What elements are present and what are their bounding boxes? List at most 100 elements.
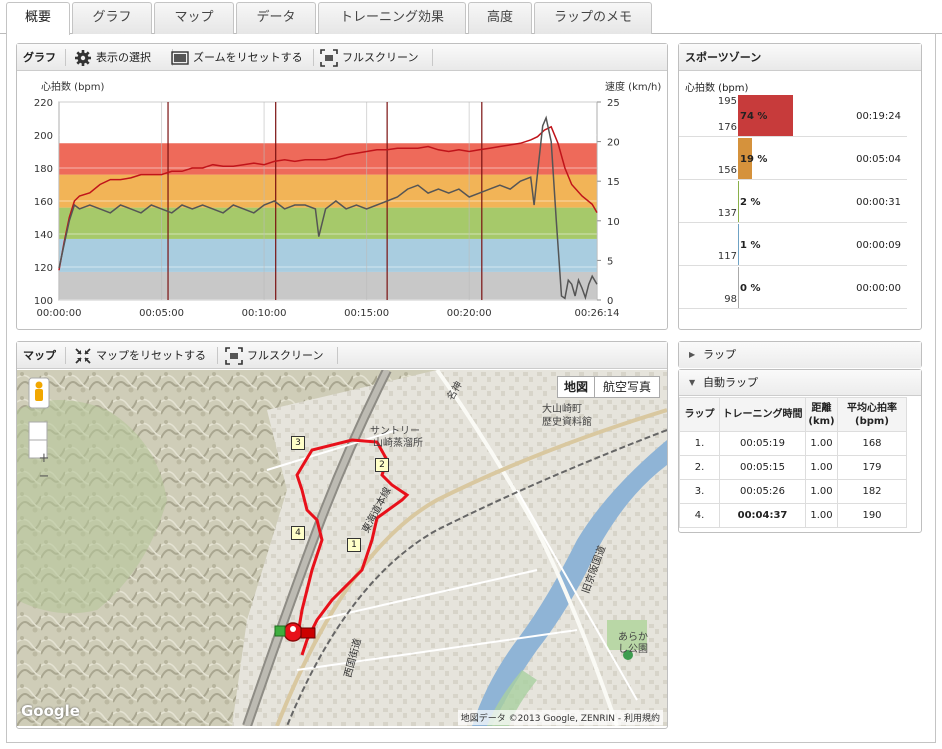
y-tick-label-left: 180 [34, 164, 53, 175]
lap-marker[interactable]: 2 [375, 458, 389, 472]
tab-training-effect[interactable]: トレーニング効果 [318, 2, 466, 34]
x-tick-label: 00:15:00 [344, 308, 389, 319]
column-header-avg-hr: 平均心拍率 (bpm) [837, 397, 907, 432]
y-tick-label-left: 200 [34, 131, 53, 142]
x-tick-label: 00:00:00 [37, 308, 82, 319]
map-type-satellite-button[interactable]: 航空写真 [594, 376, 660, 398]
heart-rate-speed-chart[interactable]: 100 120 140 160 180 200 220 0 5 10 15 20 25 00:00:00 0… [17, 72, 667, 330]
map-toolbar: マップ マップをリセットする フルスクリーン [17, 342, 667, 369]
map-panel-title: マップ [23, 349, 56, 362]
lap-time: 00:04:37 [719, 503, 806, 528]
fullscreen-icon [225, 347, 243, 365]
y-tick-label-right: 20 [607, 138, 620, 149]
select-display-label: 表示の選択 [96, 51, 151, 64]
zone-bar [738, 224, 739, 265]
reset-zoom-button[interactable]: ズームをリセットする [169, 44, 305, 71]
lap-distance: 1.00 [805, 503, 838, 528]
graph-toolbar: グラフ 表示の選択 ズームをリセットする フルスクリーン [17, 44, 667, 71]
tab-data[interactable]: データ [236, 2, 316, 34]
select-display-button[interactable]: 表示の選択 [74, 44, 166, 71]
zone-row: 117 1 % 00:00:09 [679, 223, 907, 266]
zoom-in-button[interactable]: + [35, 450, 53, 468]
lap-distance: 1.00 [805, 431, 838, 456]
y-tick-label-right: 10 [607, 217, 620, 228]
sport-zones-header: スポーツゾーン [679, 44, 921, 71]
reset-map-button[interactable]: マップをリセットする [74, 342, 214, 369]
lap-marker[interactable]: 3 [291, 436, 305, 450]
map-fullscreen-button[interactable]: フルスクリーン [225, 342, 337, 369]
zone-time: 00:19:24 [856, 111, 901, 122]
map-attribution[interactable]: 地図データ ©2013 Google, ZENRIN - 利用規約 [457, 710, 663, 725]
zone-upper-bound: 195 [717, 96, 737, 107]
zone-row: 156 19 % 00:05:04 [679, 137, 907, 180]
tab-map[interactable]: マップ [154, 2, 234, 34]
sport-zones-title: スポーツゾーン [685, 51, 762, 64]
toolbar-separator [432, 49, 433, 66]
y-tick-label-left: 140 [34, 230, 53, 241]
tab-elevation[interactable]: 高度 [468, 2, 532, 34]
fullscreen-icon [320, 49, 338, 67]
lap-marker[interactable]: 4 [291, 526, 305, 540]
table-row[interactable]: 2. 00:05:15 1.00 179 [679, 455, 907, 480]
laps-accordion-header[interactable]: ▶ ラップ [679, 342, 921, 368]
toolbar-separator [337, 347, 338, 364]
y-tick-label-left: 160 [34, 197, 53, 208]
zoom-out-button[interactable]: − [35, 468, 53, 486]
map-label: し公園 [618, 644, 648, 655]
tab-overview[interactable]: 概要 [6, 2, 70, 35]
map-panel: マップ マップをリセットする フルスクリーン + − 地図 航空写真 サントリー… [16, 341, 668, 729]
y-axis-title-left: 心拍数 (bpm) [41, 80, 105, 93]
y-axis-title-right: 速度 (km/h) [605, 80, 661, 93]
lap-marker[interactable]: 1 [347, 538, 361, 552]
y-tick-label-left: 120 [34, 263, 53, 274]
x-tick-label: 00:26:14 [575, 308, 620, 319]
zone-time: 00:05:04 [856, 154, 901, 165]
google-logo: Google [21, 702, 80, 720]
zone-bar [738, 267, 739, 308]
zones-unit-label: 心拍数 (bpm) [685, 83, 749, 94]
y-tick-label-right: 0 [607, 296, 613, 307]
tab-bar: 概要 グラフ マップ データ トレーニング効果 高度 ラップのメモ [0, 0, 942, 35]
zone-lower-bound: 156 [717, 165, 737, 176]
map-label: 歴史資料館 [542, 417, 592, 428]
toolbar-separator [65, 347, 66, 364]
lap-number: 2. [679, 455, 720, 480]
lap-time: 00:05:15 [719, 455, 806, 480]
zone-lower-bound: 137 [717, 208, 737, 219]
column-header-distance: 距離 (km) [805, 397, 838, 432]
zone-time: 00:00:00 [856, 283, 901, 294]
zone-time: 00:00:31 [856, 197, 901, 208]
zone-row: 195 176 74 % 00:19:24 [679, 94, 907, 137]
lap-time: 00:05:19 [719, 431, 806, 456]
map-type-map-button[interactable]: 地図 [557, 376, 595, 398]
table-row[interactable]: 4. 00:04:37 1.00 190 [679, 503, 907, 528]
lap-avg-hr: 182 [837, 479, 907, 504]
zone-lower-bound: 98 [724, 294, 737, 305]
zone-percent: 1 % [740, 240, 761, 251]
tab-lap-notes[interactable]: ラップのメモ [534, 2, 652, 34]
zone-percent: 19 % [740, 154, 768, 165]
lap-number: 1. [679, 431, 720, 456]
map-view[interactable]: + − 地図 航空写真 サントリー 山崎蒸溜所 大山崎町 歴史資料館 東海道本線… [17, 370, 667, 726]
tab-graph[interactable]: グラフ [72, 2, 152, 34]
auto-laps-accordion-header[interactable]: ▼ 自動ラップ [679, 370, 921, 396]
column-header-lap: ラップ [679, 397, 720, 432]
laps-panel: ▶ ラップ [678, 341, 922, 368]
fullscreen-button[interactable]: フルスクリーン [320, 44, 432, 71]
x-tick-label: 00:05:00 [139, 308, 184, 319]
x-tick-label: 00:10:00 [242, 308, 287, 319]
gear-icon [75, 50, 91, 66]
table-row[interactable]: 3. 00:05:26 1.00 182 [679, 479, 907, 504]
reset-map-label: マップをリセットする [96, 349, 206, 362]
table-row[interactable]: 1. 00:05:19 1.00 168 [679, 431, 907, 456]
lap-avg-hr: 168 [837, 431, 907, 456]
y-tick-label-right: 15 [607, 177, 620, 188]
zone-percent: 0 % [740, 283, 761, 294]
x-tick-label: 00:20:00 [447, 308, 492, 319]
reset-map-icon [75, 348, 91, 364]
lap-number: 3. [679, 479, 720, 504]
sport-zones-panel: スポーツゾーン 心拍数 (bpm) 195 176 74 % 00:19:24 156 1… [678, 43, 922, 330]
zone-band [59, 271, 597, 300]
lap-time: 00:05:26 [719, 479, 806, 504]
y-tick-label-right: 5 [607, 256, 613, 267]
